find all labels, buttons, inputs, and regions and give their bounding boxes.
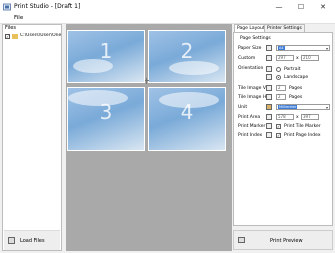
tile-v-field[interactable]: 2 [276, 85, 286, 91]
print-tile-marker-checkbox[interactable]: ✓ [276, 124, 281, 129]
custom-width-field[interactable]: 297 [276, 55, 294, 61]
tab-bar: Page Layout Printer Settings [233, 24, 333, 32]
menu-file[interactable]: File [14, 15, 23, 21]
tab-printer-settings[interactable]: Printer Settings [264, 24, 305, 32]
print-preview-button[interactable]: Print Preview [233, 230, 333, 250]
unit-value: Millimeter [278, 105, 298, 109]
landscape-radio[interactable] [276, 75, 281, 80]
maximize-button[interactable]: ☐ [290, 0, 312, 14]
paper-icon [266, 45, 272, 51]
custom-label: Custom [238, 56, 256, 61]
tile-v-unit: Pages [289, 86, 303, 91]
landscape-label: Landscape [284, 75, 309, 80]
times-sign: x [296, 115, 299, 120]
tile-v-icon [266, 85, 272, 91]
paper-size-select[interactable]: A4 ▾ [276, 45, 330, 51]
page-index-label: 4 [180, 100, 194, 124]
print-tile-marker-label: Print Tile Marker [284, 124, 321, 129]
tile-v-label: Tile Image V [238, 86, 266, 91]
printer-icon [238, 237, 245, 243]
print-page-index-checkbox[interactable]: ✓ [276, 133, 281, 138]
chevron-down-icon: ▾ [325, 46, 328, 51]
tile-h-unit: Pages [289, 95, 303, 100]
load-icon [8, 237, 15, 244]
page-index-label: 3 [99, 100, 113, 124]
print-area-width-field[interactable]: 578 [276, 114, 294, 120]
print-marker-label: Print Marker [238, 124, 266, 129]
print-area-label: Print Area [238, 115, 261, 120]
tile-page-1: 1 [67, 30, 145, 83]
paper-size-value: A4 [278, 46, 285, 50]
tile-marker [146, 78, 147, 84]
unit-label: Unit [238, 105, 248, 110]
custom-height-field[interactable]: 210 [301, 55, 319, 61]
files-header: Files [5, 25, 16, 31]
preview-canvas[interactable]: 1 2 3 4 [66, 24, 232, 251]
print-preview-label: Print Preview [270, 238, 303, 244]
portrait-icon [266, 66, 272, 72]
ruler-icon [266, 104, 272, 110]
tab-page-layout[interactable]: Page Layout [234, 24, 268, 32]
page-index-label: 2 [180, 39, 194, 63]
portrait-radio[interactable] [276, 67, 281, 72]
folder-icon [12, 34, 18, 39]
menu-bar: File [0, 14, 335, 24]
marker-icon [266, 123, 272, 129]
orientation-label: Orientation [238, 66, 264, 71]
app-icon [3, 3, 11, 11]
unit-select[interactable]: Millimeter ▾ [276, 104, 330, 110]
paper-size-label: Paper Size [238, 46, 262, 51]
print-area-height-field[interactable]: 397 [301, 114, 319, 120]
chevron-down-icon: ▾ [325, 105, 328, 110]
page-settings-box: Page Settings Paper Size A4 ▾ Custom 297… [233, 32, 333, 226]
load-files-button[interactable]: Load Files [4, 230, 60, 250]
tile-h-field[interactable]: 2 [276, 94, 286, 100]
title-bar: Print Studio - [Draft 1] — ☐ ✕ [0, 0, 335, 14]
times-sign: x [296, 56, 299, 61]
portrait-label: Portrait [284, 67, 301, 72]
tile-page-4: 4 [148, 87, 226, 151]
window-title: Print Studio - [Draft 1] [14, 3, 81, 10]
minimize-button[interactable]: — [268, 0, 290, 14]
file-checkbox[interactable]: ✓ [5, 34, 10, 39]
file-path: C:\Users\User\One [20, 33, 61, 38]
print-page-index-label: Print Page Index [284, 133, 321, 138]
load-files-label: Load Files [20, 238, 45, 244]
print-index-label: Print Index [238, 133, 263, 138]
tile-h-label: Tile Image H [238, 95, 267, 100]
page-settings-title: Page Settings [240, 36, 271, 41]
page-index-label: 1 [99, 39, 113, 63]
file-tree-item[interactable]: ✓ C:\Users\User\One [5, 33, 61, 41]
print-area-icon [266, 114, 272, 120]
files-panel: Files ✓ C:\Users\User\One Load Files [2, 24, 62, 251]
tile-page-2: 2 [148, 30, 226, 83]
landscape-icon [266, 74, 272, 80]
settings-panel: Page Layout Printer Settings Page Settin… [233, 24, 333, 251]
close-button[interactable]: ✕ [312, 0, 334, 14]
tile-page-3: 3 [67, 87, 145, 151]
index-icon [266, 132, 272, 138]
tile-h-icon [266, 94, 272, 100]
custom-size-icon [266, 55, 272, 61]
